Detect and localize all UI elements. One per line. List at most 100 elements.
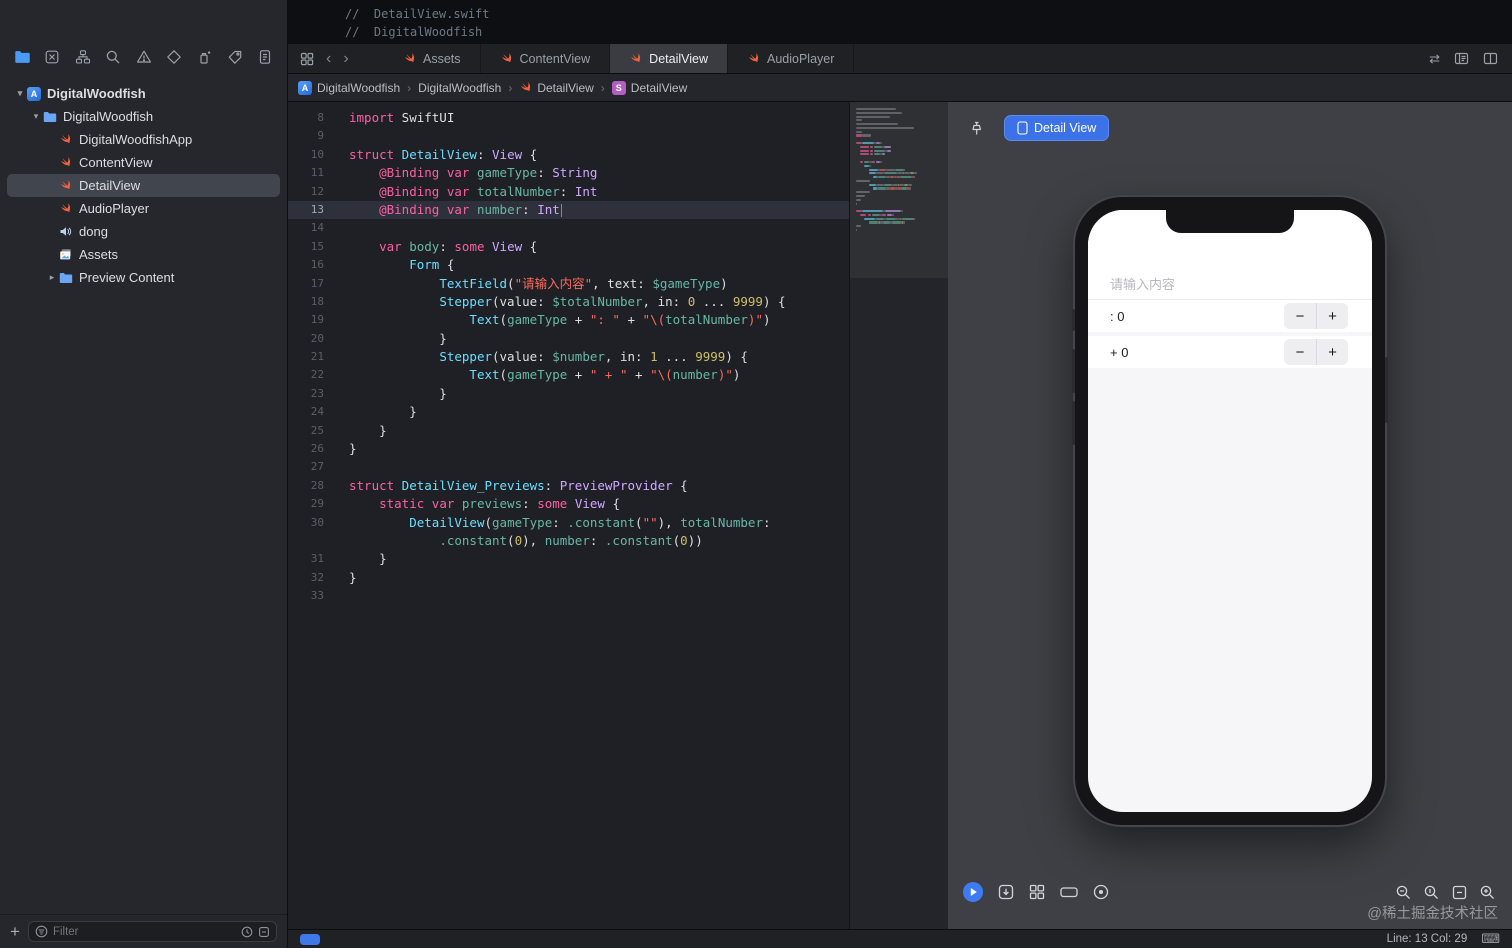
zoom-out-button[interactable] — [1395, 884, 1412, 901]
add-editor-icon[interactable] — [1483, 51, 1498, 66]
line-number[interactable]: 28 — [288, 477, 338, 495]
code-line[interactable]: 15 var body: some View { — [288, 238, 849, 256]
line-number[interactable]: 30 — [288, 514, 338, 532]
code-line[interactable]: 19 Text(gameType + ": " + "\(totalNumber… — [288, 311, 849, 329]
code-line[interactable]: 22 Text(gameType + " + " + "\(number)") — [288, 366, 849, 384]
line-number[interactable]: 15 — [288, 238, 338, 256]
chevron-right-icon[interactable]: ▸ — [45, 272, 59, 283]
source-control-icon[interactable] — [43, 48, 61, 66]
add-file-button[interactable]: + — [10, 923, 20, 940]
line-number[interactable]: 22 — [288, 366, 338, 384]
line-number[interactable]: 20 — [288, 330, 338, 348]
code-line[interactable]: 30 DetailView(gameType: .constant(""), t… — [288, 514, 849, 532]
stepper-plus-button[interactable]: + — [1316, 339, 1348, 365]
line-number[interactable]: 31 — [288, 550, 338, 568]
line-number[interactable]: 24 — [288, 403, 338, 421]
line-number[interactable]: 29 — [288, 495, 338, 513]
line-number[interactable]: 11 — [288, 164, 338, 182]
filter-input[interactable] — [52, 925, 236, 938]
line-number[interactable]: 12 — [288, 183, 338, 201]
sidebar-item-assets[interactable]: Assets — [7, 243, 280, 266]
line-number[interactable]: 23 — [288, 385, 338, 403]
stepper-control[interactable]: − + — [1284, 303, 1348, 329]
breadcrumb-item-0[interactable]: A DigitalWoodfish — [298, 80, 400, 95]
filter-field[interactable] — [27, 921, 277, 942]
code-line[interactable]: 17 TextField("请输入内容", text: $gameType) — [288, 275, 849, 293]
test-navigator-icon[interactable] — [165, 48, 183, 66]
line-number[interactable]: 17 — [288, 275, 338, 293]
line-number[interactable] — [288, 532, 338, 550]
sidebar-item-digitalwoodfish[interactable]: ▾ A DigitalWoodfish — [7, 82, 280, 105]
code-line[interactable]: 10 struct DetailView: View { — [288, 146, 849, 164]
line-number[interactable]: 26 — [288, 440, 338, 458]
tab-detailview[interactable]: DetailView — [610, 44, 728, 73]
preview-detail-view-button[interactable]: Detail View — [1004, 115, 1110, 141]
status-indicator-pill[interactable] — [300, 933, 320, 945]
tab-assets[interactable]: Assets — [384, 44, 481, 73]
stepper-control[interactable]: − + — [1284, 339, 1348, 365]
line-number[interactable]: 16 — [288, 256, 338, 274]
preview-on-device-button[interactable] — [997, 883, 1015, 901]
code-line[interactable]: 18 Stepper(value: $totalNumber, in: 0 ..… — [288, 293, 849, 311]
line-number[interactable]: 9 — [288, 127, 338, 145]
breadcrumb-item-3[interactable]: S DetailView — [611, 80, 687, 95]
code-line[interactable]: 23 } — [288, 385, 849, 403]
tab-overview-icon[interactable] — [300, 52, 314, 66]
sidebar-item-contentview[interactable]: ContentView — [7, 151, 280, 174]
environment-overrides-button[interactable] — [1092, 883, 1110, 901]
chevron-down-icon[interactable]: ▾ — [13, 88, 27, 99]
sidebar-item-detailview[interactable]: DetailView — [7, 174, 280, 197]
forward-icon[interactable]: › — [343, 50, 348, 67]
find-navigator-icon[interactable] — [104, 48, 122, 66]
breadcrumb-item-1[interactable]: DigitalWoodfish — [418, 81, 501, 95]
code-line[interactable]: 16 Form { — [288, 256, 849, 274]
code-line[interactable]: 32} — [288, 569, 849, 587]
sidebar-item-digitalwoodfishapp[interactable]: DigitalWoodfishApp — [7, 128, 280, 151]
code-line[interactable]: 29 static var previews: some View { — [288, 495, 849, 513]
line-number[interactable]: 32 — [288, 569, 338, 587]
line-number[interactable]: 25 — [288, 422, 338, 440]
pin-preview-button[interactable] — [964, 116, 988, 140]
debug-navigator-icon[interactable] — [195, 48, 213, 66]
code-line[interactable]: 24 } — [288, 403, 849, 421]
live-preview-button[interactable] — [962, 881, 984, 903]
code-line[interactable]: .constant(0), number: .constant(0)) — [288, 532, 849, 550]
code-line[interactable]: 25 } — [288, 422, 849, 440]
code-line[interactable]: 28 struct DetailView_Previews: PreviewPro… — [288, 477, 849, 495]
code-line[interactable]: 31 } — [288, 550, 849, 568]
variants-button[interactable] — [1028, 883, 1046, 901]
sidebar-item-dong[interactable]: dong — [7, 220, 280, 243]
tab-contentview[interactable]: ContentView — [481, 44, 611, 73]
device-settings-button[interactable] — [1059, 883, 1079, 901]
code-review-icon[interactable]: ⇄ — [1429, 51, 1440, 67]
line-number[interactable]: 18 — [288, 293, 338, 311]
sidebar-item-audioplayer[interactable]: AudioPlayer — [7, 197, 280, 220]
code-line[interactable]: 9 — [288, 127, 849, 145]
content-text-field[interactable] — [1088, 270, 1372, 300]
chevron-down-icon[interactable]: ▾ — [29, 111, 43, 122]
symbol-navigator-icon[interactable] — [74, 48, 92, 66]
recent-files-icon[interactable] — [241, 926, 253, 938]
report-navigator-icon[interactable] — [256, 48, 274, 66]
zoom-actual-button[interactable] — [1423, 884, 1440, 901]
code-line[interactable]: 8 import SwiftUI — [288, 109, 849, 127]
code-line[interactable]: 11 @Binding var gameType: String — [288, 164, 849, 182]
code-line[interactable]: 20 } — [288, 330, 849, 348]
code-line[interactable]: 13 @Binding var number: Int — [288, 200, 849, 220]
editor-minimap[interactable] — [849, 102, 948, 929]
line-number[interactable]: 14 — [288, 219, 338, 237]
zoom-fit-button[interactable] — [1451, 884, 1468, 901]
line-number[interactable]: 27 — [288, 458, 338, 476]
line-number[interactable]: 19 — [288, 311, 338, 329]
line-number[interactable]: 33 — [288, 587, 338, 605]
line-number[interactable]: 8 — [288, 109, 338, 127]
breadcrumb-item-2[interactable]: DetailView — [519, 81, 594, 95]
code-line[interactable]: 12 @Binding var totalNumber: Int — [288, 183, 849, 201]
breakpoint-navigator-icon[interactable] — [226, 48, 244, 66]
back-icon[interactable]: ‹ — [326, 50, 331, 67]
zoom-in-button[interactable] — [1479, 884, 1496, 901]
keyboard-icon[interactable]: ⌨ — [1481, 931, 1500, 947]
editor-options-icon[interactable] — [1454, 51, 1469, 66]
sidebar-item-digitalwoodfish[interactable]: ▾ DigitalWoodfish — [7, 105, 280, 128]
code-line[interactable]: 33 — [288, 587, 849, 605]
